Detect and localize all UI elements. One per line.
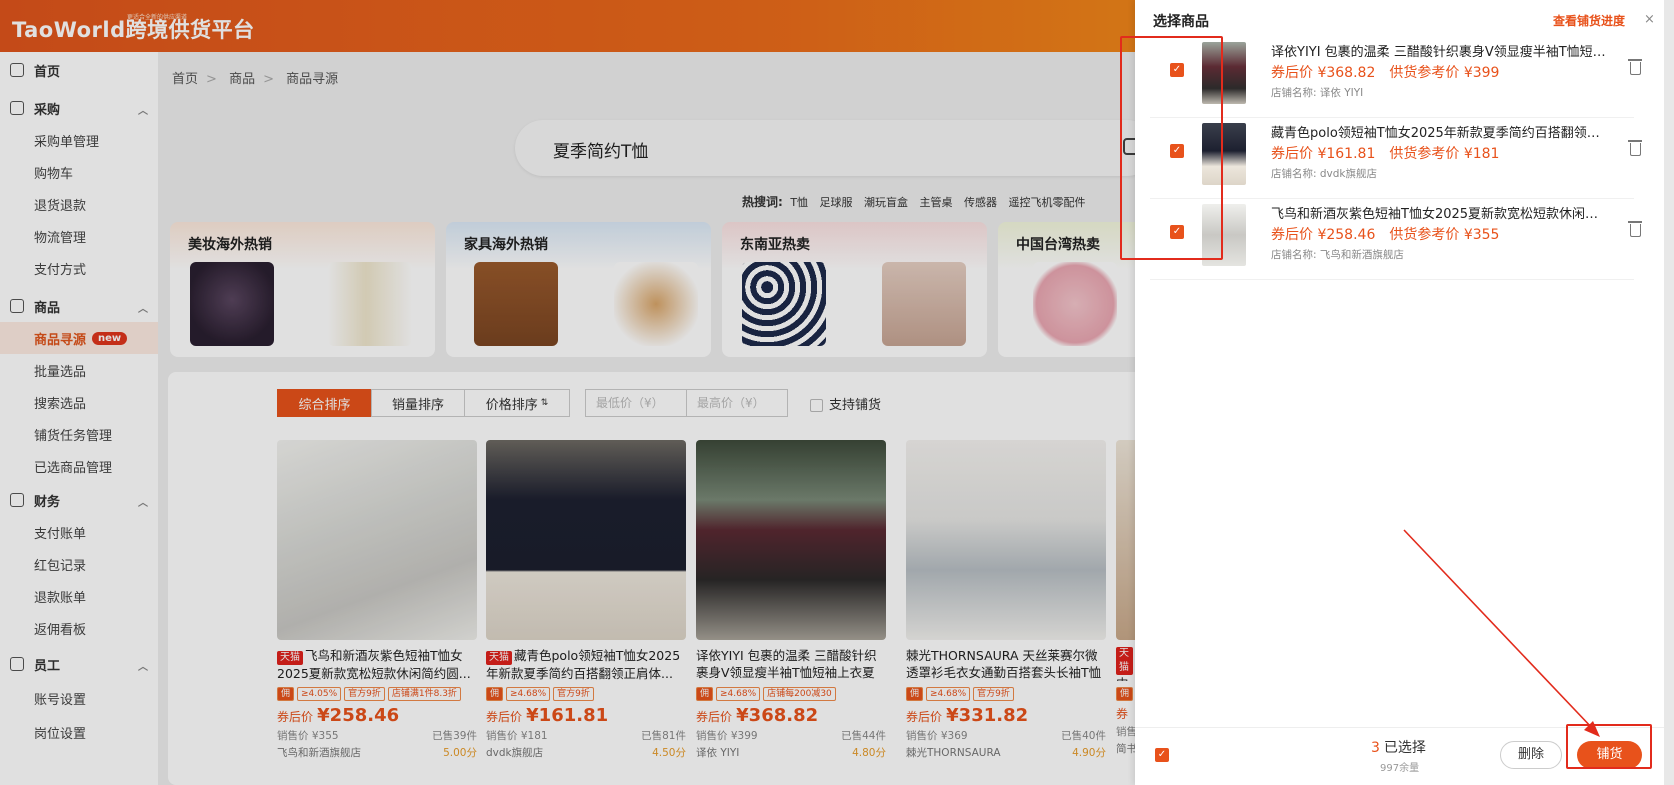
- annotation-arrow: [1403, 529, 1600, 737]
- app-root: TaoWorld跨境供货平台 更适合全新的供应渠道 首页 采购 ︿ 采购单管理 购…: [0, 0, 1674, 785]
